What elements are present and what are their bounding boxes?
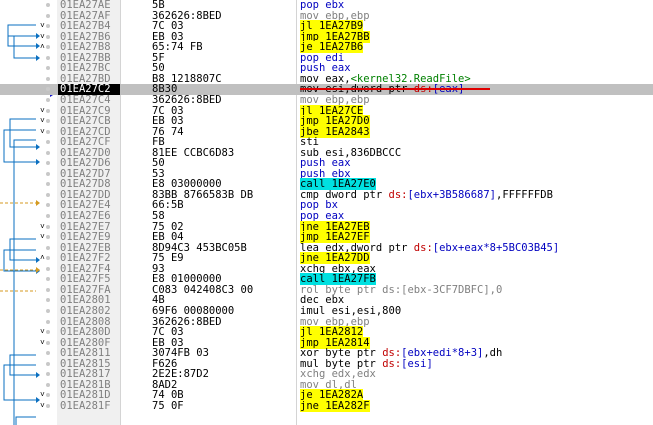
jump-down-icon: ˅ xyxy=(40,21,45,31)
breakpoint-dot-icon[interactable] xyxy=(46,66,50,71)
breakpoint-dot-icon[interactable] xyxy=(46,319,50,324)
breakpoint-dot-icon[interactable] xyxy=(46,161,50,166)
opcode-bytes: 362626:8BED xyxy=(152,93,222,106)
breakpoint-dot-icon[interactable] xyxy=(46,76,50,81)
jump-down-icon: ˅ xyxy=(40,31,45,41)
instruction: mov ebp,ebp xyxy=(300,93,370,106)
breakpoint-dot-icon[interactable] xyxy=(46,192,50,197)
instruction: jne 1EA282F xyxy=(300,399,370,412)
instruction: jl 1EA2812 xyxy=(300,326,364,339)
breakpoint-dot-icon[interactable] xyxy=(46,3,50,7)
breakpoint-dot-icon[interactable] xyxy=(46,13,50,18)
breakpoint-dot-icon[interactable] xyxy=(46,140,50,145)
opcode-bytes: 5B xyxy=(152,0,165,11)
jump-down-icon: ˅ xyxy=(40,400,45,410)
strikethrough-mark xyxy=(300,88,490,91)
disasm-row[interactable]: ˅ 01EA27CB EB 03 jmp 1EA27D0 xyxy=(0,115,653,128)
opcode-bytes: EB 03 xyxy=(152,115,184,128)
breakpoint-dot-icon[interactable] xyxy=(46,361,50,366)
breakpoint-dot-icon[interactable] xyxy=(46,245,50,250)
instruction: jmp 1EA27D0 xyxy=(300,115,370,128)
breakpoint-dot-icon[interactable] xyxy=(46,87,50,92)
jump-line xyxy=(15,416,36,425)
jump-down-icon: ˅ xyxy=(40,232,45,242)
address: 01EA27C4 xyxy=(60,93,111,106)
address: 01EA2802 xyxy=(60,304,111,317)
breakpoint-dot-icon[interactable] xyxy=(46,150,50,155)
jump-up-icon: ˄ xyxy=(40,253,45,263)
disasm-row[interactable]: 01EA27E6 58 pop eax xyxy=(0,211,653,222)
jump-down-icon: ˅ xyxy=(40,116,45,126)
breakpoint-dot-icon[interactable] xyxy=(46,55,50,60)
breakpoint-dot-icon[interactable] xyxy=(46,351,50,356)
breakpoint-dot-icon[interactable] xyxy=(46,298,50,303)
breakpoint-dot-icon[interactable] xyxy=(46,382,50,387)
jump-down-icon: ˅ xyxy=(40,327,45,337)
jump-down-icon: ˅ xyxy=(40,126,45,136)
address: 01EA27AE xyxy=(60,0,111,11)
jump-down-icon: ˅ xyxy=(40,337,45,347)
breakpoint-dot-icon[interactable] xyxy=(46,287,50,292)
jump-down-icon: ˅ xyxy=(40,105,45,115)
address: 01EA27CB xyxy=(60,115,111,128)
disasm-row[interactable]: ˅ 01EA281F 75 0F jne 1EA282F xyxy=(0,399,653,412)
jump-down-icon: ˅ xyxy=(40,221,45,231)
breakpoint-dot-icon[interactable] xyxy=(46,203,50,208)
breakpoint-dot-icon[interactable] xyxy=(46,266,50,271)
jump-down-icon: ˅ xyxy=(40,390,45,400)
opcode-bytes: 7C 03 xyxy=(152,326,184,339)
breakpoint-dot-icon[interactable] xyxy=(46,308,50,313)
opcode-bytes: 69F6 00080000 xyxy=(152,304,235,317)
instruction: pop eax xyxy=(300,210,345,222)
breakpoint-dot-icon[interactable] xyxy=(46,277,50,282)
jump-up-icon: ˄ xyxy=(40,42,45,52)
breakpoint-dot-icon[interactable] xyxy=(46,97,50,102)
breakpoint-dot-icon[interactable] xyxy=(46,182,50,187)
disasm-row[interactable]: 01EA27C4 362626:8BED mov ebp,ebp xyxy=(0,95,653,106)
disasm-row[interactable]: ˅ 01EA280D 7C 03 jl 1EA2812 xyxy=(0,326,653,339)
address: 01EA281F xyxy=(60,399,111,412)
breakpoint-dot-icon[interactable] xyxy=(46,171,50,176)
address: 01EA27E6 xyxy=(60,210,111,222)
breakpoint-dot-icon[interactable] xyxy=(46,372,50,377)
address: 01EA280D xyxy=(60,326,111,339)
opcode-bytes: 58 xyxy=(152,210,165,222)
opcode-bytes: C083 042408C3 00 xyxy=(152,283,254,296)
opcode-bytes: 75 0F xyxy=(152,399,184,412)
breakpoint-dot-icon[interactable] xyxy=(46,214,50,218)
